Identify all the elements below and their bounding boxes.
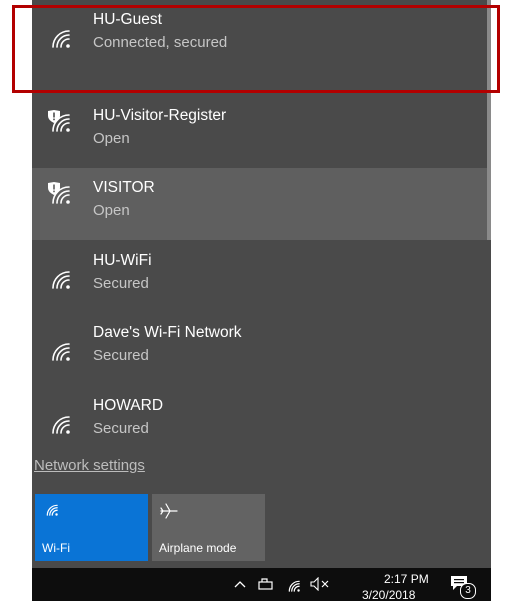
wifi-icon <box>52 416 70 434</box>
network-name: HOWARD <box>93 397 164 414</box>
network-item-hu-wifi[interactable]: HU-WiFi Secured <box>32 241 491 313</box>
network-status: Secured <box>93 347 149 364</box>
network-settings-link[interactable]: Network settings <box>34 457 145 474</box>
wifi-icon <box>52 271 70 289</box>
network-name: HU-WiFi <box>93 252 152 269</box>
volume-muted-icon[interactable] <box>310 577 330 591</box>
network-name: VISITOR <box>93 179 155 196</box>
taskbar: 2:17 PM 3/20/2018 3 <box>32 568 491 602</box>
network-status: Open <box>93 202 130 219</box>
wifi-icon[interactable] <box>285 578 301 592</box>
network-item-daves-wifi-network[interactable]: Dave's Wi-Fi Network Secured <box>32 313 491 385</box>
network-item-visitor[interactable]: VISITOR Open <box>32 168 491 240</box>
network-item-hu-visitor-register[interactable]: HU-Visitor-Register Open <box>32 96 491 168</box>
wifi-toggle-button[interactable]: Wi-Fi <box>35 494 148 561</box>
wifi-icon <box>52 343 70 361</box>
highlight-box <box>12 5 500 93</box>
network-name: HU-Visitor-Register <box>93 107 227 124</box>
airplane-icon <box>160 503 178 519</box>
network-adapter-icon[interactable] <box>258 577 276 591</box>
wifi-tile-label: Wi-Fi <box>42 541 70 555</box>
network-item-howard[interactable]: HOWARD Secured <box>32 386 491 458</box>
network-status: Secured <box>93 275 149 292</box>
network-name: Dave's Wi-Fi Network <box>93 324 242 341</box>
network-status: Open <box>93 130 130 147</box>
chevron-up-icon[interactable] <box>234 580 246 588</box>
action-center-button[interactable]: 3 <box>450 575 476 599</box>
airplane-tile-label: Airplane mode <box>159 541 237 555</box>
airplane-mode-button[interactable]: Airplane mode <box>152 494 265 561</box>
notification-count-badge: 3 <box>460 583 476 599</box>
wifi-icon <box>46 504 58 516</box>
clock-time[interactable]: 2:17 PM <box>384 572 429 586</box>
clock-date[interactable]: 3/20/2018 <box>362 588 415 602</box>
network-status: Secured <box>93 420 149 437</box>
wifi-shield-warning-icon <box>48 182 70 204</box>
wifi-shield-warning-icon <box>48 110 70 132</box>
